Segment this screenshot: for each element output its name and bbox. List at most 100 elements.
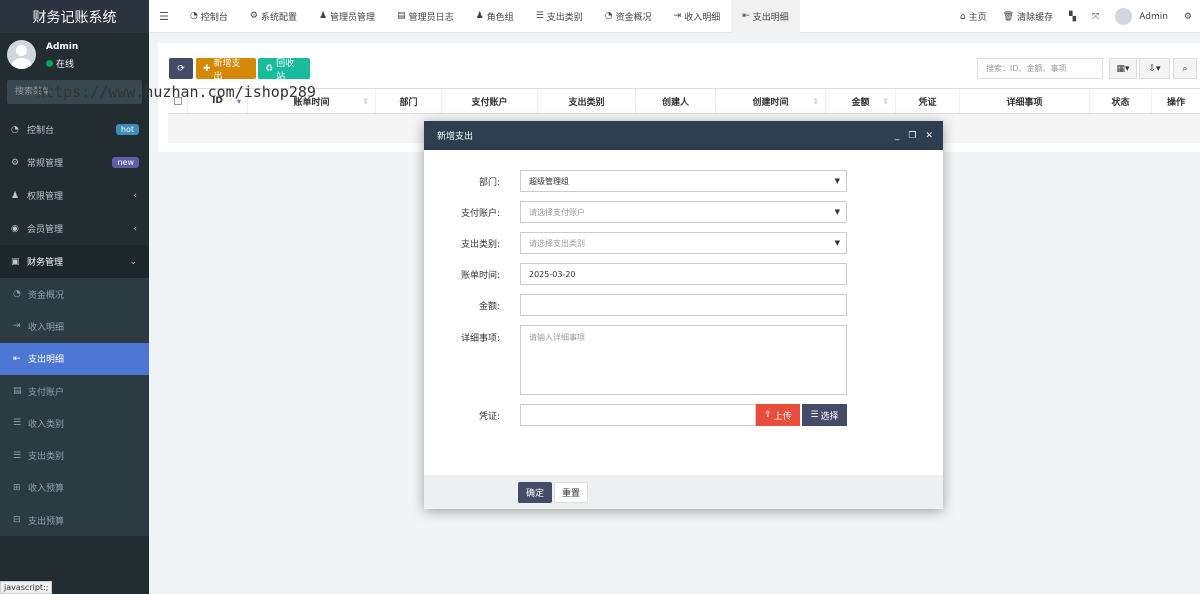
user-circle-icon: ◉	[11, 223, 19, 234]
column-header-details: 详细事项	[960, 89, 1090, 113]
sidebar-subitem[interactable]: ⇤ 支出明细	[0, 342, 149, 375]
sign-in-icon: ⇥	[13, 321, 21, 332]
user-avatar	[7, 40, 36, 69]
sidebar-subitem[interactable]: ☰ 收入类别	[0, 407, 149, 439]
nav-tab-label: 资金概况	[615, 12, 652, 23]
sidebar-subitem-label: 收入类别	[28, 419, 65, 430]
recycle-icon: ♻	[265, 63, 274, 74]
nav-tab[interactable]: ⚙ 系统配置	[239, 0, 308, 33]
nav-tab[interactable]: ▤ 管理员日志	[386, 0, 465, 33]
chevron-icon: ‹	[133, 223, 137, 234]
sidebar-subitem[interactable]: ☰ 支出类别	[0, 439, 149, 471]
column-header-amount[interactable]: 金额 ⇕	[826, 89, 896, 113]
confirm-button[interactable]: 确定	[518, 482, 552, 503]
bill-time-input[interactable]: 2025-03-20	[520, 263, 847, 285]
nav-tab[interactable]: ⇤ 支出明细	[731, 0, 800, 33]
sidebar-item-label: 权限管理	[27, 192, 64, 202]
modal-footer: 确定 重置	[424, 475, 943, 509]
sidebar-item-label: 财务管理	[27, 258, 64, 268]
nav-tab[interactable]: ♟ 角色组	[465, 0, 525, 33]
column-header-account: 支付账户	[442, 89, 538, 113]
column-label: 支付账户	[471, 97, 508, 108]
column-header-create-time[interactable]: 创建时间 ⇕	[716, 89, 826, 113]
sidebar-item[interactable]: ▣ 财务管理 ⌄	[0, 245, 149, 278]
add-expense-button[interactable]: ✚ 新增支出	[196, 58, 256, 82]
group-icon: ♟	[475, 11, 484, 21]
minimize-icon[interactable]: _	[895, 131, 900, 141]
menu-toggle-icon[interactable]: ☰	[149, 10, 179, 23]
details-textarea[interactable]: 请输入详细事项	[520, 325, 847, 395]
modal-header[interactable]: 新增支出 _ ❐ ✕	[424, 121, 943, 150]
nav-tab-label: 控制台	[200, 12, 228, 23]
column-label: 创建人	[661, 97, 689, 108]
form-row-department: 部门: 超级管理组 ▼	[424, 170, 943, 192]
sidebar-subitem[interactable]: ▤ 支付账户	[0, 375, 149, 407]
category-select[interactable]: 请选择支出类别 ▼	[520, 232, 847, 254]
voucher-input[interactable]	[520, 404, 756, 426]
translate-button[interactable]: ▚	[1061, 12, 1084, 22]
translate-icon: ▚	[1069, 11, 1077, 22]
amount-input[interactable]	[520, 294, 847, 316]
clear-cache-link[interactable]: 🗑 清除缓存	[995, 10, 1061, 24]
user-status-label: 在线	[56, 60, 75, 70]
upload-button[interactable]: ⇪ 上传	[756, 404, 800, 426]
columns-toggle-button[interactable]: ▦▾	[1109, 58, 1137, 79]
nav-tab[interactable]: ◔ 资金概况	[594, 0, 663, 33]
recycle-bin-button[interactable]: ♻ 回收站	[258, 58, 310, 82]
table-search-input[interactable]: 搜索：ID、金额、事项	[977, 58, 1103, 79]
refresh-button[interactable]: ⟳	[169, 58, 193, 79]
advanced-search-button[interactable]: ⌕	[1173, 58, 1197, 79]
nav-tab-label: 管理员管理	[330, 12, 376, 23]
sidebar-item[interactable]: ◔ 控制台 hot	[0, 113, 149, 146]
nav-tab[interactable]: ⇥ 收入明细	[663, 0, 732, 33]
finance-submenu: ◔ 资金概况 ⇥ 收入明细 ⇤ 支出明细 ▤ 支付账户 ☰ 收入类别 ☰ 支出类别 ⊞ 收入预算 ⊟ 支出预算	[0, 278, 149, 537]
fullscreen-button[interactable]: ⤧	[1084, 12, 1107, 22]
cogs-icon: ⚙	[11, 157, 20, 168]
column-label: 详细事项	[1006, 97, 1043, 108]
reset-button[interactable]: 重置	[554, 482, 588, 503]
nav-tab[interactable]: ☰ 支出类别	[525, 0, 594, 33]
maximize-icon[interactable]: ❐	[908, 131, 916, 141]
close-icon[interactable]: ✕	[925, 131, 933, 141]
nav-tab[interactable]: ◔ 控制台	[179, 0, 239, 33]
user-menu[interactable]: Admin	[1107, 8, 1176, 25]
column-header-actions: 操作	[1152, 89, 1200, 113]
column-header-voucher: 凭证	[896, 89, 960, 113]
sidebar-subitem[interactable]: ⊞ 收入预算	[0, 472, 149, 504]
sidebar-item-label: 常规管理	[27, 159, 64, 169]
sidebar-subitem[interactable]: ⊟ 支出预算	[0, 504, 149, 536]
home-label: 主页	[968, 13, 987, 23]
sidebar-subitem-label: 支出类别	[28, 452, 65, 463]
sidebar-item[interactable]: ⚙ 常规管理 new	[0, 146, 149, 179]
add-expense-modal: 新增支出 _ ❐ ✕ 部门: 超级管理组 ▼ 支付账户: 请选择支付账户 ▼ 支出类…	[424, 121, 943, 509]
voucher-label: 凭证:	[478, 411, 500, 422]
cog-icon: ⚙	[249, 11, 258, 21]
sidebar-item[interactable]: ♟ 权限管理 ‹	[0, 179, 149, 212]
sidebar-subitem-label: 支付账户	[28, 387, 65, 398]
user-panel: Admin 在线	[0, 33, 149, 77]
chevron-icon: ‹	[133, 190, 137, 201]
choose-button[interactable]: ☰ 选择	[802, 404, 847, 426]
list-icon: ☰	[13, 450, 22, 461]
online-dot-icon	[46, 60, 53, 67]
trash-icon: 🗑	[1002, 11, 1015, 22]
home-link[interactable]: ⌂ 主页	[952, 10, 995, 24]
top-navbar: ☰ ◔ 控制台 ⚙ 系统配置 ♟ 管理员管理 ▤ 管理员日志 ♟ 角色组 ☰ 支出类别 ◔ 资金概况 ⇥ 收入…	[149, 0, 1200, 33]
sidebar-item[interactable]: ◉ 会员管理 ‹	[0, 212, 149, 245]
refresh-icon: ⟳	[177, 63, 185, 74]
form-row-voucher: 凭证: ⇪ 上传 ☰ 选择	[424, 404, 943, 426]
export-button[interactable]: ⇩▾	[1139, 58, 1170, 79]
table-header: ID ▾ 账单时间 ⇕ 部门 支付账户 支出类别 创建人 创建时间 ⇕ 金额 ⇕ 凭证 …	[168, 88, 1200, 114]
sidebar-subitem[interactable]: ◔ 资金概况	[0, 278, 149, 310]
app-logo[interactable]: 财务记账系统	[0, 0, 149, 33]
department-select[interactable]: 超级管理组 ▼	[520, 170, 847, 192]
column-header-creator: 创建人	[636, 89, 716, 113]
recycle-bin-label: 回收站	[276, 58, 295, 82]
settings-button[interactable]: ⚙	[1176, 12, 1200, 22]
modal-title: 新增支出	[437, 132, 474, 142]
form-row-bill-time: 账单时间: 2025-03-20	[424, 263, 943, 285]
account-select[interactable]: 请选择支付账户 ▼	[520, 201, 847, 223]
sidebar-subitem[interactable]: ⇥ 收入明细	[0, 310, 149, 342]
dashboard-icon: ◔	[604, 11, 613, 21]
nav-tab[interactable]: ♟ 管理员管理	[308, 0, 386, 33]
